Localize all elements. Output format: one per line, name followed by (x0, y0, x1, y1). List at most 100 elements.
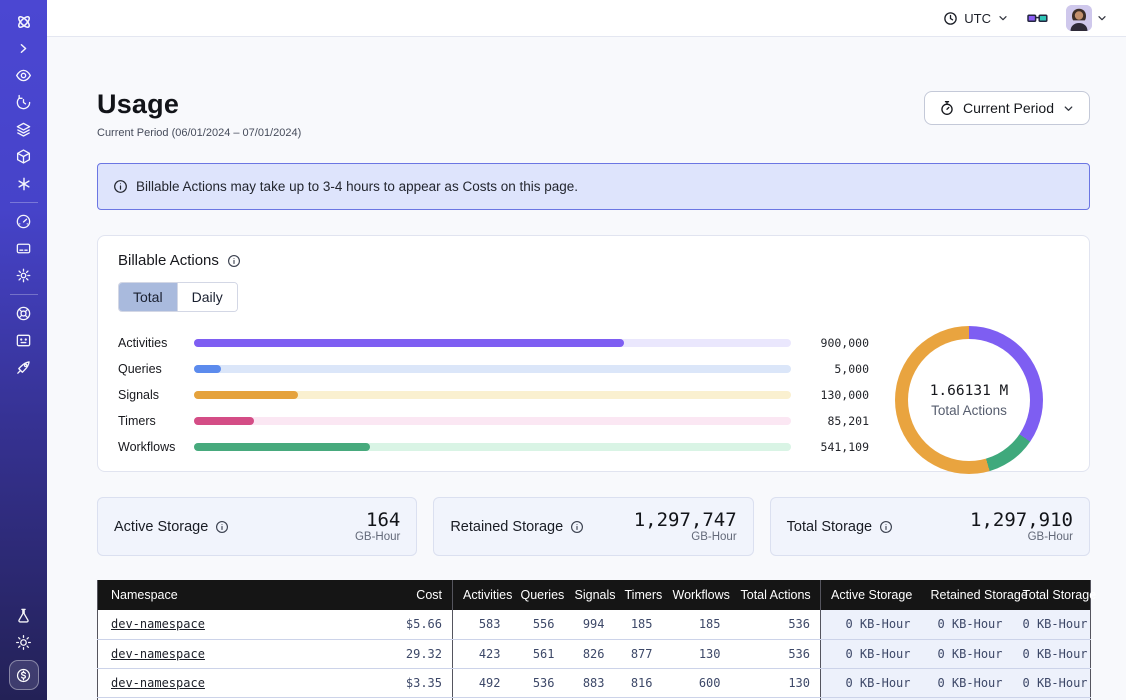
settings-gear-icon[interactable] (0, 262, 47, 289)
timezone-selector[interactable]: UTC (943, 11, 1009, 26)
cell-active_storage: 0 KB-Hour (821, 639, 921, 668)
bar-fill (194, 417, 254, 425)
active-storage-card: Active Storage 164 GB-Hour (97, 497, 417, 556)
chevron-down-icon (1096, 12, 1108, 24)
bar-fill (194, 365, 221, 373)
cell-activities: 583 (453, 610, 511, 639)
column-header-retained_storage: Retained Storage (921, 580, 1013, 610)
usage-gauge-icon[interactable] (0, 208, 47, 235)
bar-label: Queries (118, 362, 194, 376)
bar-label: Signals (118, 388, 194, 402)
cell-total_actions: 130 (731, 668, 821, 697)
chevron-down-icon (997, 12, 1009, 24)
theme-sun-icon[interactable] (0, 629, 47, 656)
tab-daily[interactable]: Daily (177, 283, 237, 311)
cell-workflows: 130 (663, 639, 731, 668)
sidebar-divider (10, 202, 38, 203)
bar-label: Workflows (118, 440, 194, 454)
cell-cost: $5.66 (348, 610, 453, 639)
usage-dollar-button[interactable] (9, 660, 39, 690)
column-header-timers: Timers (615, 580, 663, 610)
period-selector-button[interactable]: Current Period (924, 91, 1090, 125)
rocket-icon[interactable] (0, 354, 47, 381)
total-actions-donut: 1.66131 M Total Actions (895, 326, 1043, 474)
cell-timers: 877 (615, 639, 663, 668)
cell-retained_storage: 0 KB-Hour (921, 639, 1013, 668)
cell-timers: 816 (615, 668, 663, 697)
billable-actions-card: Billable Actions Total Daily Activities9… (97, 235, 1090, 472)
cell-cost: 29.32 (348, 639, 453, 668)
support-lifebuoy-icon[interactable] (0, 300, 47, 327)
bar-track (194, 391, 791, 399)
cell-total_storage: 0 KB-Hour (1013, 639, 1091, 668)
storage-summary-row: Active Storage 164 GB-Hour Retained Stor… (97, 497, 1090, 556)
table-row: dev-namespace$5.665835569941851855360 KB… (98, 610, 1091, 639)
cell-total_storage: 0 KB-Hour (1013, 668, 1091, 697)
total-storage-card: Total Storage 1,297,910 GB-Hour (770, 497, 1090, 556)
asterisk-icon[interactable] (0, 170, 47, 197)
cell-timers: 185 (615, 610, 663, 639)
namespaces-eye-icon[interactable] (0, 62, 47, 89)
bar-row-workflows: Workflows 541,109 (118, 434, 869, 460)
layers-icon[interactable] (0, 116, 47, 143)
billing-card-icon[interactable] (0, 235, 47, 262)
retained-storage-label: Retained Storage (450, 519, 563, 535)
cell-total_actions: 536 (731, 610, 821, 639)
bar-fill (194, 339, 624, 347)
column-header-namespace: Namespace (98, 580, 348, 610)
sidebar-divider (10, 294, 38, 295)
info-icon[interactable] (215, 520, 229, 534)
active-storage-unit: GB-Hour (355, 531, 400, 543)
column-header-active_storage: Active Storage (821, 580, 921, 610)
clock-icon (943, 11, 958, 26)
bar-label: Activities (118, 336, 194, 350)
glasses-toggle[interactable] (1027, 11, 1048, 26)
page-title: Usage (97, 89, 301, 120)
cell-retained_storage: 0 KB-Hour (921, 610, 1013, 639)
temporal-logo[interactable] (0, 8, 47, 35)
info-icon[interactable] (570, 520, 584, 534)
namespace-link[interactable]: dev-namespace (111, 647, 205, 661)
cell-namespace: dev-namespace (98, 639, 348, 668)
info-icon (113, 179, 128, 194)
billable-actions-tab-group: Total Daily (118, 282, 238, 312)
cell-total_storage: 0 KB-Hour (1013, 610, 1091, 639)
namespace-link[interactable]: dev-namespace (111, 617, 205, 631)
history-clock-icon[interactable] (0, 89, 47, 116)
cell-queries: 556 (511, 610, 565, 639)
total-storage-label: Total Storage (787, 519, 872, 535)
bar-value: 900,000 (807, 336, 869, 350)
bar-track (194, 365, 791, 373)
chevron-down-icon (1062, 102, 1075, 115)
active-storage-value: 164 (355, 510, 400, 530)
namespace-link[interactable]: dev-namespace (111, 676, 205, 690)
cell-signals: 826 (565, 639, 615, 668)
namespace-usage-table: NamespaceCostActivitiesQueriesSignalsTim… (97, 580, 1091, 700)
info-icon[interactable] (227, 254, 241, 268)
bar-fill (194, 391, 298, 399)
account-menu[interactable] (1066, 5, 1108, 31)
bar-row-timers: Timers85,201 (118, 408, 869, 434)
bar-value: 541,109 (807, 440, 869, 454)
timezone-label: UTC (964, 11, 991, 26)
bar-chart: Activities900,000Queries5,000Signals130,… (118, 326, 869, 474)
labs-flask-icon[interactable] (0, 602, 47, 629)
tab-total[interactable]: Total (119, 283, 177, 311)
donut-center: 1.66131 M Total Actions (908, 339, 1030, 461)
column-header-activities: Activities (453, 580, 511, 610)
bar-track (194, 417, 791, 425)
info-icon[interactable] (879, 520, 893, 534)
total-storage-value: 1,297,910 (970, 510, 1073, 530)
donut-total-value: 1.66131 M (930, 383, 1009, 399)
feedback-screen-icon[interactable] (0, 327, 47, 354)
table-header-row: NamespaceCostActivitiesQueriesSignalsTim… (98, 580, 1091, 610)
bar-value: 85,201 (807, 414, 869, 428)
cell-active_storage: 0 KB-Hour (821, 610, 921, 639)
cell-signals: 883 (565, 668, 615, 697)
column-header-queries: Queries (511, 580, 565, 610)
cell-namespace: dev-namespace (98, 668, 348, 697)
cube-icon[interactable] (0, 143, 47, 170)
bar-row-queries: Queries5,000 (118, 356, 869, 382)
expand-chevron-icon[interactable] (0, 35, 47, 62)
cell-total_actions: 536 (731, 639, 821, 668)
